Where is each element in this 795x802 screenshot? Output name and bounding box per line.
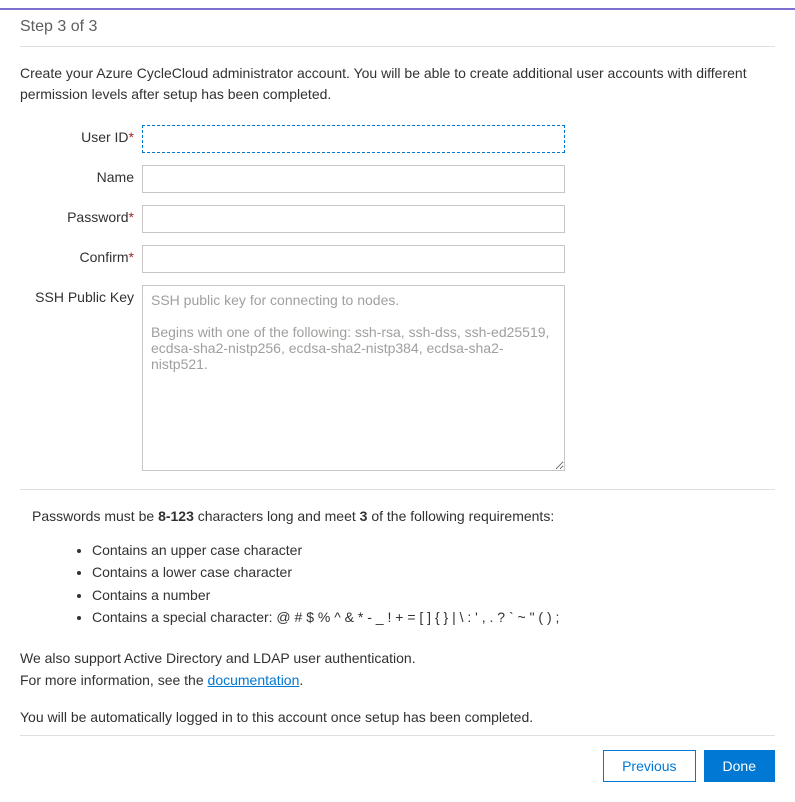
list-item: Contains an upper case character bbox=[92, 539, 775, 561]
list-item: Contains a special character: @ # $ % ^ … bbox=[92, 606, 775, 628]
support-block: We also support Active Directory and LDA… bbox=[20, 647, 775, 692]
required-mark: * bbox=[129, 249, 134, 265]
label-confirm-text: Confirm bbox=[80, 249, 129, 265]
label-name: Name bbox=[20, 165, 142, 185]
row-ssh: SSH Public Key bbox=[20, 285, 775, 471]
support-line1: We also support Active Directory and LDA… bbox=[20, 647, 775, 669]
required-mark: * bbox=[129, 129, 134, 145]
password-input[interactable] bbox=[142, 205, 565, 233]
list-item: Contains a number bbox=[92, 584, 775, 606]
row-confirm: Confirm* bbox=[20, 245, 775, 273]
previous-button[interactable]: Previous bbox=[603, 750, 695, 782]
documentation-link[interactable]: documentation bbox=[208, 672, 300, 688]
label-user-id-text: User ID bbox=[81, 129, 128, 145]
footer-divider bbox=[20, 735, 775, 736]
label-ssh: SSH Public Key bbox=[20, 285, 142, 305]
label-password-text: Password bbox=[67, 209, 128, 225]
label-user-id: User ID* bbox=[20, 125, 142, 145]
step-header: Step 3 of 3 bbox=[20, 14, 775, 47]
auto-login-text: You will be automatically logged in to t… bbox=[20, 709, 775, 725]
row-password: Password* bbox=[20, 205, 775, 233]
name-input[interactable] bbox=[142, 165, 565, 193]
intro-text: Create your Azure CycleCloud administrat… bbox=[20, 63, 775, 105]
button-row: Previous Done bbox=[20, 750, 775, 782]
list-item: Contains a lower case character bbox=[92, 561, 775, 583]
password-rules-intro: Passwords must be 8-123 characters long … bbox=[32, 506, 775, 527]
row-name: Name bbox=[20, 165, 775, 193]
user-id-input[interactable] bbox=[142, 125, 565, 153]
ssh-public-key-input[interactable] bbox=[142, 285, 565, 471]
label-password: Password* bbox=[20, 205, 142, 225]
confirm-input[interactable] bbox=[142, 245, 565, 273]
support-line2: For more information, see the documentat… bbox=[20, 669, 775, 691]
row-user-id: User ID* bbox=[20, 125, 775, 153]
password-rules-list: Contains an upper case character Contain… bbox=[92, 539, 775, 629]
divider bbox=[20, 489, 775, 490]
top-accent-bar bbox=[0, 8, 795, 10]
label-confirm: Confirm* bbox=[20, 245, 142, 265]
required-mark: * bbox=[129, 209, 134, 225]
done-button[interactable]: Done bbox=[704, 750, 775, 782]
